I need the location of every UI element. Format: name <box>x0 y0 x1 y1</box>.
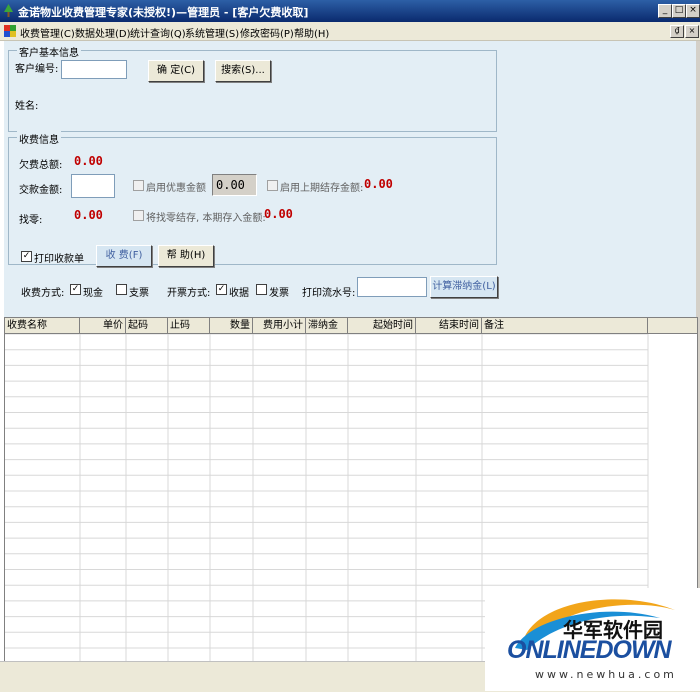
change-label: 找零: <box>19 215 43 226</box>
pay-amount-label: 交款金额: <box>19 185 63 196</box>
col-end-time[interactable]: 结束时间 <box>416 318 482 333</box>
customer-info-title: 客户基本信息 <box>17 44 81 59</box>
col-quantity[interactable]: 数量 <box>210 318 253 333</box>
col-subtotal[interactable]: 费用小计 <box>253 318 306 333</box>
col-remarks[interactable]: 备注 <box>482 318 648 333</box>
menu-data-processing[interactable]: 数据处理(D) <box>75 25 131 40</box>
menu-bar: 收费管理(C) 数据处理(D) 统计查询(Q) 系统管理(S) 修改密码(P) … <box>0 22 700 41</box>
fapiao-checkbox[interactable] <box>256 284 267 295</box>
col-start-reading[interactable]: 起码 <box>126 318 168 333</box>
col-charge-name[interactable]: 收费名称 <box>5 318 80 333</box>
menu-statistics-query[interactable]: 统计查询(Q) <box>130 25 186 40</box>
total-owed-label: 欠费总额: <box>19 160 63 171</box>
cash-label: 现金 <box>83 288 103 299</box>
serial-number-input[interactable] <box>357 277 427 297</box>
prev-balance-checkbox[interactable] <box>267 180 278 191</box>
fapiao-label: 发票 <box>269 288 289 299</box>
title-bar: 金诺物业收费管理专家(未授权!)—管理员 - [客户欠费收取] _ □ × <box>0 0 700 22</box>
prev-balance-label: 启用上期结存金额: <box>280 183 364 194</box>
print-receipt-checkbox[interactable]: ✓ <box>21 251 32 262</box>
carry-over-checkbox[interactable] <box>133 210 144 221</box>
grid-header: 收费名称 单价 起码 止码 数量 费用小计 滞纳金 起始时间 结束时间 备注 <box>5 318 697 334</box>
help-button[interactable]: 帮 助(H) <box>158 245 214 267</box>
col-end-reading[interactable]: 止码 <box>168 318 210 333</box>
menu-system-management[interactable]: 系统管理(S) <box>185 25 239 40</box>
col-late-fee[interactable]: 滞纳金 <box>306 318 348 333</box>
tree-icon <box>4 4 13 17</box>
pay-amount-input[interactable] <box>71 174 115 198</box>
close-button[interactable]: × <box>686 4 700 18</box>
customer-info-group: 客户基本信息 客户编号: 确 定(C) 搜索(S)... 姓名: <box>8 44 497 132</box>
onlinedown-logo: 华军软件园 ONLINEDOWN www.newhua.com <box>485 588 700 691</box>
charge-info-title: 收费信息 <box>17 131 61 146</box>
window-title: 金诺物业收费管理专家(未授权!)—管理员 - [客户欠费收取] <box>18 6 309 19</box>
logo-url-text: www.newhua.com <box>535 668 677 681</box>
menu-charge-management[interactable]: 收费管理(C) <box>20 25 75 40</box>
customer-id-input[interactable] <box>61 60 127 79</box>
carry-over-label: 将找零结存, 本期存入金额: <box>146 213 266 224</box>
search-button[interactable]: 搜索(S)... <box>215 60 271 82</box>
form-area: 客户基本信息 客户编号: 确 定(C) 搜索(S)... 姓名: 收费信息 欠费… <box>4 41 700 317</box>
prev-balance-value: 0.00 <box>364 177 393 191</box>
carry-over-value: 0.00 <box>264 207 293 221</box>
mdi-close-button[interactable]: × <box>685 25 699 38</box>
mdi-window-icon <box>4 25 16 37</box>
confirm-button[interactable]: 确 定(C) <box>148 60 204 82</box>
receipt-label: 收据 <box>229 288 249 299</box>
late-fee-button[interactable]: 计算滞纳金(L) <box>430 276 498 298</box>
payment-method-label: 收费方式: <box>21 288 65 299</box>
customer-id-label: 客户编号: <box>15 64 59 75</box>
cash-checkbox[interactable]: ✓ <box>70 284 81 295</box>
maximize-button[interactable]: □ <box>672 4 686 18</box>
mdi-restore-button[interactable]: ₫ <box>670 25 684 38</box>
col-unit-price[interactable]: 单价 <box>80 318 126 333</box>
logo-en-text: ONLINEDOWN <box>507 636 672 664</box>
charge-info-group: 收费信息 欠费总额: 0.00 交款金额: 启用优惠金额 0.00 启用上期结存… <box>8 131 497 267</box>
discount-amount-field: 0.00 <box>212 174 257 196</box>
menu-help[interactable]: 帮助(H) <box>294 25 329 40</box>
check-label: 支票 <box>129 288 149 299</box>
minimize-button[interactable]: _ <box>658 4 672 18</box>
total-owed-value: 0.00 <box>74 154 103 168</box>
serial-number-label: 打印流水号: <box>302 288 356 299</box>
check-checkbox[interactable] <box>116 284 127 295</box>
menu-change-password[interactable]: 修改密码(P) <box>240 25 294 40</box>
invoice-method-label: 开票方式: <box>167 288 211 299</box>
collect-button[interactable]: 收 费(F) <box>96 245 152 267</box>
name-label: 姓名: <box>15 101 39 112</box>
discount-checkbox[interactable] <box>133 180 144 191</box>
receipt-checkbox[interactable]: ✓ <box>216 284 227 295</box>
print-receipt-label: 打印收款单 <box>34 254 84 265</box>
col-start-time[interactable]: 起始时间 <box>348 318 416 333</box>
change-value: 0.00 <box>74 208 103 222</box>
discount-label: 启用优惠金额 <box>146 183 206 194</box>
